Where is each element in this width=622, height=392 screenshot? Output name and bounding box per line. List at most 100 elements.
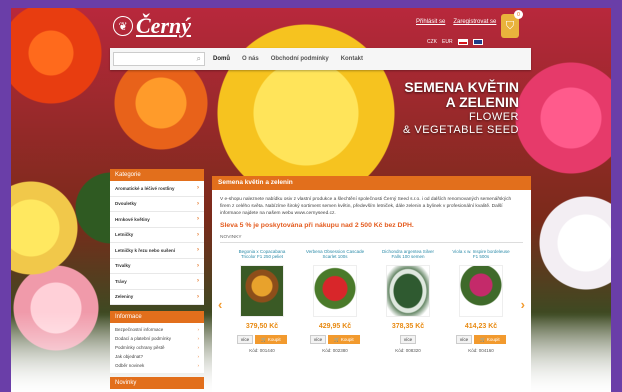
sidebar-item-perennials[interactable]: Trvalky › [110, 258, 204, 274]
product-card: Viola x w. Inspire bordeleuse F1 500s 41… [451, 249, 511, 353]
more-button[interactable]: více [456, 335, 472, 344]
section-heading-new: NOVINKY [220, 235, 523, 243]
buy-button[interactable]: 🛒 Koupit [328, 335, 360, 344]
buy-button[interactable]: 🛒 Koupit [474, 335, 506, 344]
sidebar-item-herbs[interactable]: Aromatické a léčivé rostliny › [110, 181, 204, 197]
info-link-label: Odběr novinek [115, 363, 145, 368]
chevron-left-icon[interactable]: ‹ [218, 297, 222, 312]
product-name[interactable]: Dichondra argentea Silver Falls 100 seme… [378, 249, 438, 261]
brand-logo[interactable]: ❦ Černý [113, 13, 191, 39]
info-link-how-to-order[interactable]: Jak objednat? › [110, 352, 204, 361]
product-code: Kód: 004160 [468, 348, 494, 353]
chevron-right-icon: › [197, 185, 199, 192]
hero-line-4: & VEGETABLE SEED [402, 124, 519, 136]
chevron-right-icon: › [197, 336, 200, 341]
shopping-bag-icon: ⛉ [505, 19, 515, 32]
cart-count-badge: 0 [514, 10, 523, 19]
buy-label: Koupit [486, 337, 500, 342]
product-actions: více 🛒 Koupit [305, 335, 365, 344]
sidebar-item-label: Trávy [115, 278, 127, 284]
cart-icon: 🛒 [334, 336, 340, 342]
chevron-right-icon: › [197, 262, 199, 269]
product-price: 414,23 Kč [464, 323, 498, 330]
product-name[interactable]: Viola x w. Inspire bordeleuse F1 500s [451, 249, 511, 261]
info-link-growing[interactable]: Podmínky ochrany pěstě › [110, 343, 204, 352]
sidebar-item-grasses[interactable]: Trávy › [110, 274, 204, 290]
chevron-right-icon: › [197, 354, 200, 359]
info-link-safety[interactable]: Bezpečnostní informace › [110, 325, 204, 334]
main-content: Semena květin a zelenin V e-shopu nalezn… [212, 176, 531, 392]
info-link-label: Jak objednat? [115, 354, 144, 359]
sidebar-item-pot-flowers[interactable]: Hrnkové květiny › [110, 212, 204, 228]
currency-czk[interactable]: CZK [427, 39, 437, 45]
cart-icon: 🛒 [480, 336, 486, 342]
product-image[interactable] [459, 265, 503, 317]
english-flag-icon[interactable] [472, 39, 483, 45]
info-link-label: Podmínky ochrany pěstě [115, 345, 165, 350]
product-price: 378,35 Kč [391, 323, 425, 330]
register-link[interactable]: Zaregistrovat se [453, 19, 496, 25]
cart-button[interactable]: ⛉ 0 [501, 10, 523, 38]
buy-label: Koupit [340, 337, 354, 342]
sidebar-item-cut-annuals[interactable]: Letničky k řezu nebo sušení › [110, 243, 204, 259]
product-card: Begonia x Copacabana Tricolor F1 250 pel… [232, 249, 292, 353]
info-list: Bezpečnostní informace › Dodací a platebn… [110, 323, 204, 373]
sidebar-item-biennials[interactable]: Dvouletky › [110, 196, 204, 212]
main-navbar: ⌕ Domů O nás Obchodní podmínky Kontakt [110, 48, 531, 70]
info-link-delivery[interactable]: Dodací a platební podmínky › [110, 334, 204, 343]
sidebar: Kategorie Aromatické a léčivé rostliny › … [110, 169, 204, 389]
main-menu: Domů O nás Obchodní podmínky Kontakt [213, 56, 363, 62]
info-link-newsletter[interactable]: Odběr novinek › [110, 361, 204, 370]
product-name[interactable]: Begonia x Copacabana Tricolor F1 250 pel… [232, 249, 292, 261]
sidebar-item-vegetables[interactable]: Zeleniny › [110, 289, 204, 305]
search-input[interactable]: ⌕ [113, 52, 205, 66]
nav-home[interactable]: Domů [213, 56, 230, 62]
sidebar-item-label: Aromatické a léčivé rostliny [115, 185, 175, 191]
chevron-right-icon: › [197, 247, 199, 254]
chevron-right-icon: › [197, 327, 200, 332]
more-button[interactable]: více [400, 335, 416, 344]
nav-about[interactable]: O nás [242, 56, 259, 62]
product-card: Dichondra argentea Silver Falls 100 seme… [378, 249, 438, 353]
intro-text: V e-shopu naleznete nabídku osiv z vlast… [220, 197, 512, 216]
chevron-right-icon[interactable]: › [521, 297, 525, 312]
info-heading: Informace [110, 311, 204, 323]
cart-icon: 🛒 [261, 336, 267, 342]
chevron-right-icon: › [197, 231, 199, 238]
buy-button[interactable]: 🛒 Koupit [255, 335, 287, 344]
chevron-right-icon: › [197, 216, 199, 223]
sidebar-item-label: Hrnkové květiny [115, 216, 150, 222]
product-code: Kód: 008320 [395, 348, 421, 353]
more-button[interactable]: více [310, 335, 326, 344]
product-actions: více 🛒 Koupit [451, 335, 511, 344]
buy-label: Koupit [267, 337, 281, 342]
search-icon[interactable]: ⌕ [197, 54, 201, 64]
categories-heading: Kategorie [110, 169, 204, 181]
info-link-label: Bezpečnostní informace [115, 327, 164, 332]
product-actions: více [378, 335, 438, 344]
more-button[interactable]: více [237, 335, 253, 344]
product-card: Verbena Obsession Cascade Scarlet 100s 4… [305, 249, 365, 353]
product-code: Kód: 002380 [322, 348, 348, 353]
discount-notice: Sleva 5 % je poskytována při nákupu nad … [220, 222, 414, 229]
chevron-right-icon: › [197, 293, 199, 300]
nav-contact[interactable]: Kontakt [341, 56, 363, 62]
product-image[interactable] [313, 265, 357, 317]
product-price: 429,95 Kč [318, 323, 352, 330]
product-price: 379,50 Kč [245, 323, 279, 330]
info-link-label: Dodací a platební podmínky [115, 336, 172, 341]
locale-switcher: CZK EUR [427, 39, 483, 45]
product-name[interactable]: Verbena Obsession Cascade Scarlet 100s [305, 249, 365, 261]
chevron-right-icon: › [197, 278, 199, 285]
login-link[interactable]: Přihlásit se [416, 19, 445, 25]
czech-flag-icon[interactable] [457, 39, 468, 45]
nav-terms[interactable]: Obchodní podmínky [271, 56, 329, 62]
product-image[interactable] [240, 265, 284, 317]
hero-line-2: A ZELENIN [445, 94, 519, 110]
sidebar-item-label: Dvouletky [115, 201, 137, 207]
sidebar-item-label: Zeleniny [115, 294, 134, 300]
currency-eur[interactable]: EUR [442, 39, 453, 45]
product-image[interactable] [386, 265, 430, 317]
sidebar-item-annuals[interactable]: Letničky › [110, 227, 204, 243]
account-links: Přihlásit se Zaregistrovat se [416, 19, 496, 25]
